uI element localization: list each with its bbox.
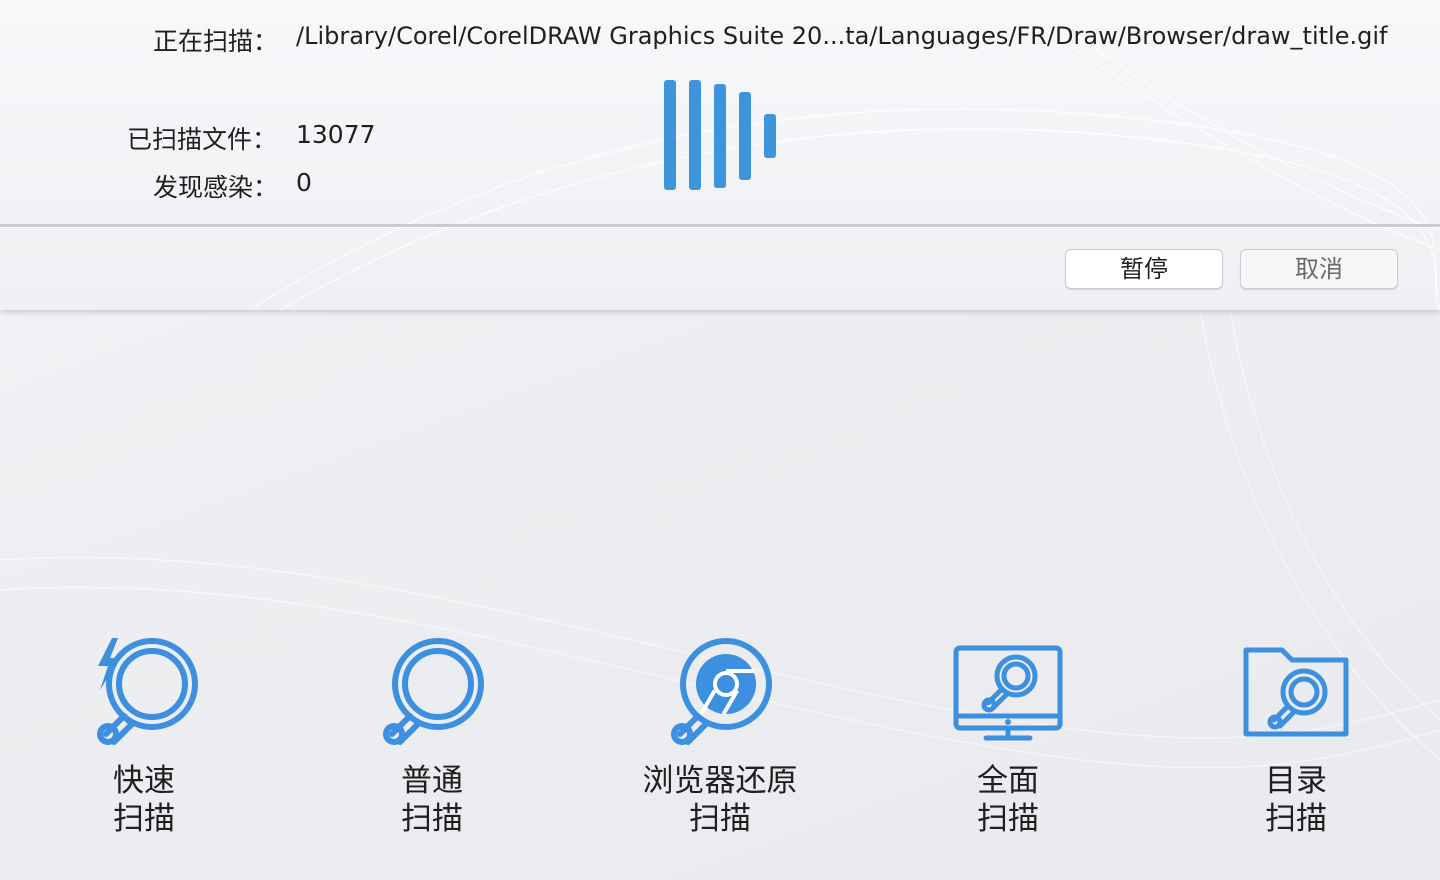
- scanning-label: 正在扫描：: [153, 27, 279, 56]
- normal-scan-label-line2: 扫描: [401, 801, 463, 837]
- full-scan-icon: [953, 645, 1063, 741]
- normal-scan-label: 普通 扫描: [312, 762, 552, 838]
- folder-scan-button[interactable]: 目录 扫描: [1176, 630, 1416, 850]
- cancel-button[interactable]: 取消: [1240, 249, 1398, 289]
- quick-scan-icon: [97, 638, 198, 745]
- pause-button[interactable]: 暂停: [1065, 249, 1223, 289]
- sheet-divider: [0, 224, 1440, 227]
- infections-label: 发现感染：: [153, 173, 279, 202]
- browser-restore-scan-button[interactable]: 浏览器还原 扫描: [600, 630, 840, 850]
- full-scan-button[interactable]: 全面 扫描: [888, 630, 1128, 850]
- normal-scan-icon: [383, 638, 484, 745]
- scan-activity-indicator: [660, 78, 780, 194]
- browser-scan-icon: [671, 638, 772, 745]
- activity-bar: [764, 114, 776, 158]
- browser-restore-scan-label-line2: 扫描: [689, 801, 751, 837]
- current-file-path: /Library/Corel/CorelDRAW Graphics Suite …: [296, 22, 1388, 50]
- quick-scan-label-line1: 快速: [113, 763, 175, 799]
- activity-bar: [664, 80, 676, 190]
- full-scan-label: 全面 扫描: [888, 762, 1128, 838]
- chrome-logo-icon: [696, 654, 756, 716]
- quick-scan-label-line2: 扫描: [113, 801, 175, 837]
- folder-scan-label-line1: 目录: [1265, 763, 1327, 799]
- scan-progress-sheet: 正在扫描： /Library/Corel/CorelDRAW Graphics …: [0, 0, 1440, 310]
- normal-scan-button[interactable]: 普通 扫描: [312, 630, 552, 850]
- browser-restore-scan-label: 浏览器还原 扫描: [600, 762, 840, 838]
- folder-scan-label: 目录 扫描: [1176, 762, 1416, 838]
- quick-scan-button[interactable]: 快速 扫描: [24, 630, 264, 850]
- activity-bar: [689, 80, 701, 190]
- full-scan-label-line1: 全面: [977, 763, 1039, 799]
- normal-scan-label-line1: 普通: [401, 763, 463, 799]
- infections-count: 0: [296, 168, 312, 197]
- quick-scan-label: 快速 扫描: [24, 762, 264, 838]
- folder-scan-icon: [1243, 647, 1349, 737]
- scanned-files-count: 13077: [296, 120, 376, 149]
- activity-bar: [714, 84, 726, 188]
- full-scan-label-line2: 扫描: [977, 801, 1039, 837]
- activity-bar: [739, 92, 751, 180]
- browser-restore-scan-label-line1: 浏览器还原: [642, 763, 798, 799]
- scanned-files-label: 已扫描文件：: [127, 125, 278, 154]
- folder-scan-label-line2: 扫描: [1265, 801, 1327, 837]
